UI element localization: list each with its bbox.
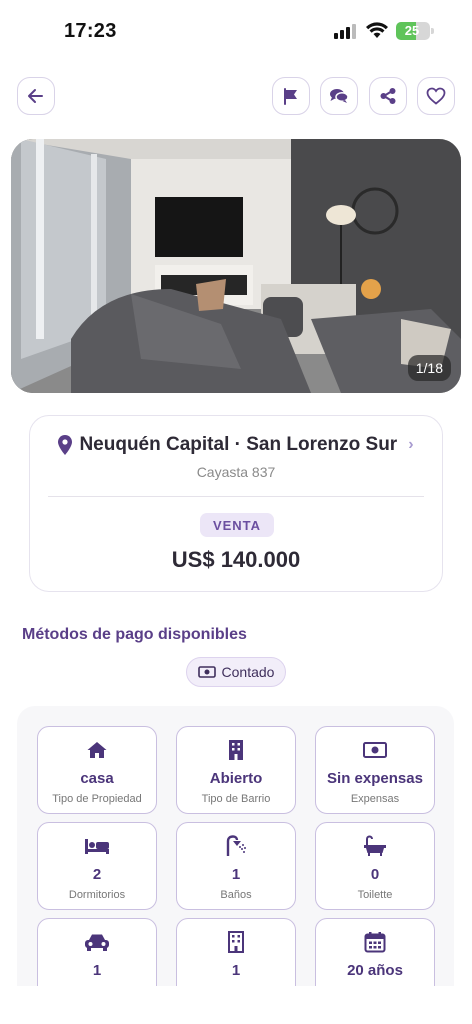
photo-counter: 1/18 bbox=[407, 355, 451, 381]
operation-badge: VENTA bbox=[200, 513, 274, 537]
cellular-signal-icon bbox=[334, 23, 358, 39]
building-icon bbox=[228, 931, 244, 953]
payment-method-label: Contado bbox=[221, 664, 275, 680]
banknote-icon bbox=[363, 742, 387, 758]
divider bbox=[48, 496, 424, 497]
feature-bathrooms: 1 Baños bbox=[176, 822, 296, 910]
payment-methods-title: Métodos de pago disponibles bbox=[22, 626, 247, 643]
bottom-edge bbox=[0, 986, 472, 1024]
flag-icon bbox=[284, 88, 297, 105]
battery-percent: 25 bbox=[404, 23, 420, 38]
bed-icon bbox=[85, 839, 109, 854]
bathtub-icon bbox=[364, 835, 386, 856]
feature-toilette: 0 Toilette bbox=[315, 822, 435, 910]
location-title: Neuquén Capital · San Lorenzo Sur bbox=[79, 434, 398, 455]
house-icon bbox=[87, 742, 107, 758]
report-button[interactable] bbox=[272, 77, 310, 115]
address-text: Cayasta 837 bbox=[196, 464, 276, 480]
wifi-icon bbox=[365, 20, 389, 40]
battery-icon: 25 bbox=[396, 22, 434, 40]
favorite-button[interactable] bbox=[417, 77, 455, 115]
feature-expenses: Sin expensas Expensas bbox=[315, 726, 435, 814]
chat-button[interactable] bbox=[320, 77, 358, 115]
features-panel: casa Tipo de Propiedad Abierto Tipo de B… bbox=[17, 706, 454, 1006]
status-time: 17:23 bbox=[64, 20, 117, 42]
heart-icon bbox=[426, 87, 446, 105]
property-photo[interactable]: 1/18 bbox=[11, 139, 461, 393]
feature-property-type: casa Tipo de Propiedad bbox=[37, 726, 157, 814]
share-icon bbox=[380, 88, 396, 104]
shower-icon bbox=[226, 835, 246, 856]
building-icon bbox=[229, 740, 243, 760]
status-bar: 17:23 25 bbox=[0, 0, 472, 64]
feature-bedrooms: 2 Dormitorios bbox=[37, 822, 157, 910]
back-button[interactable] bbox=[17, 77, 55, 115]
payment-method-chip: Contado bbox=[186, 657, 286, 687]
share-button[interactable] bbox=[369, 77, 407, 115]
banknote-icon bbox=[197, 666, 216, 678]
chevron-right-icon: › bbox=[408, 436, 414, 453]
property-summary-card: Neuquén Capital · San Lorenzo Sur › Caya… bbox=[29, 415, 443, 592]
calendar-icon bbox=[364, 932, 386, 953]
map-pin-icon bbox=[58, 435, 73, 455]
price-text: US$ 140.000 bbox=[171, 547, 301, 572]
car-icon bbox=[85, 934, 109, 951]
arrow-left-icon bbox=[28, 89, 43, 103]
comments-icon bbox=[330, 89, 349, 103]
location-link[interactable]: Neuquén Capital · San Lorenzo Sur › bbox=[30, 434, 442, 456]
feature-neighborhood-type: Abierto Tipo de Barrio bbox=[176, 726, 296, 814]
